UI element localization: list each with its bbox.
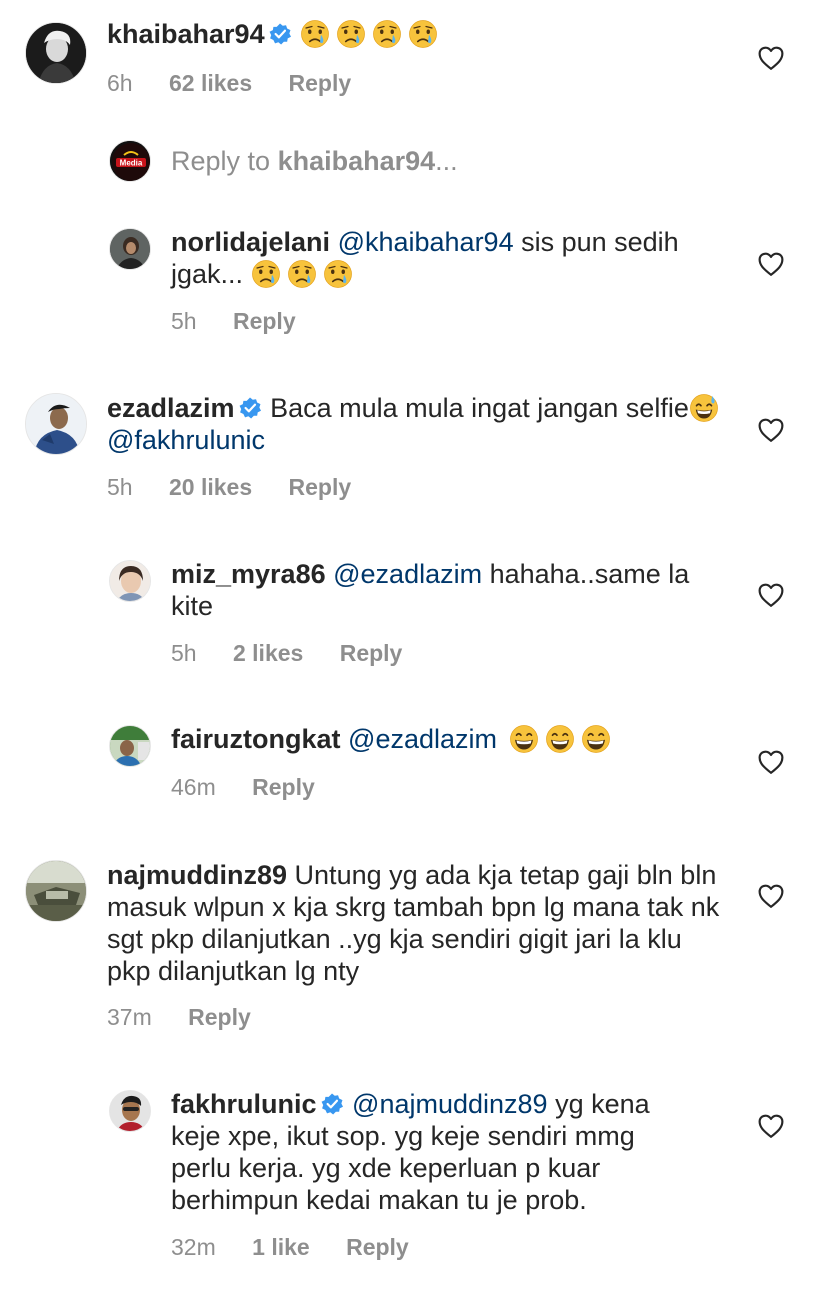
timestamp: 32m: [171, 1234, 216, 1260]
avatar[interactable]: [109, 228, 151, 270]
heart-icon[interactable]: [758, 46, 784, 70]
profile-photo-icon: [110, 726, 150, 766]
crying-face-icon: [323, 259, 353, 289]
reply-prompt-prefix: Reply to: [171, 146, 278, 176]
timestamp: 6h: [107, 70, 133, 96]
comment-najmuddinz89: najmuddinz89 Untung yg ada kja tetap gaj…: [0, 857, 828, 1037]
grinning-face-icon: [509, 724, 539, 754]
timestamp: 5h: [107, 474, 133, 500]
reply-prompt-username: khaibahar94: [277, 146, 436, 176]
comment-meta: 6h 62 likes Reply: [107, 70, 381, 97]
media-logo-icon: Media: [110, 141, 150, 181]
heart-icon[interactable]: [758, 252, 784, 276]
profile-photo-icon: [110, 1091, 150, 1131]
reply-button[interactable]: Reply: [340, 640, 403, 666]
heart-icon[interactable]: [758, 418, 784, 442]
username[interactable]: miz_myra86: [171, 559, 326, 589]
profile-photo-icon: [110, 561, 150, 601]
comment-ezadlazim: ezadlazim Baca mula mula ingat jangan se…: [0, 390, 828, 510]
timestamp: 5h: [171, 308, 197, 334]
mention-link[interactable]: @khaibahar94: [338, 227, 514, 257]
username[interactable]: najmuddinz89: [107, 860, 287, 890]
username[interactable]: khaibahar94: [107, 19, 265, 49]
reply-button[interactable]: Reply: [346, 1234, 409, 1260]
comment-meta: 5h 20 likes Reply: [107, 474, 381, 501]
likes-count[interactable]: 62 likes: [169, 70, 252, 96]
reply-button[interactable]: Reply: [289, 474, 352, 500]
profile-photo-icon: [110, 229, 150, 269]
timestamp: 37m: [107, 1004, 152, 1030]
reply-fakhrulunic: fakhrulunic @najmuddinz89 yg kena keje x…: [0, 1087, 828, 1277]
likes-count[interactable]: 1 like: [252, 1234, 310, 1260]
avatar[interactable]: [25, 860, 87, 922]
reply-fairuztongkat: fairuztongkat @ezadlazim 46m Reply: [0, 722, 828, 812]
heart-icon[interactable]: [758, 1114, 784, 1138]
crying-face-icon: [408, 19, 438, 49]
reply-button[interactable]: Reply: [289, 70, 352, 96]
reply-prompt-suffix: ...: [435, 146, 458, 176]
avatar[interactable]: [109, 1090, 151, 1132]
reply-input[interactable]: Reply to khaibahar94...: [171, 146, 458, 177]
crying-face-icon: [251, 259, 281, 289]
profile-photo-icon: [26, 861, 86, 921]
avatar[interactable]: [109, 725, 151, 767]
username[interactable]: fakhrulunic: [171, 1089, 317, 1119]
heart-icon[interactable]: [758, 583, 784, 607]
crying-face-icon: [287, 259, 317, 289]
reply-norlidajelani: norlidajelani @khaibahar94 sis pun sedih…: [0, 225, 828, 345]
avatar[interactable]: [109, 560, 151, 602]
heart-icon[interactable]: [758, 884, 784, 908]
reply-button[interactable]: Reply: [252, 774, 315, 800]
username[interactable]: ezadlazim: [107, 393, 235, 423]
avatar[interactable]: [25, 22, 87, 84]
mention-link[interactable]: @ezadlazim: [348, 724, 497, 754]
profile-photo-icon: [26, 394, 86, 454]
reply-button[interactable]: Reply: [233, 308, 296, 334]
verified-badge-icon: [321, 1093, 343, 1115]
comment-meta: 5h 2 likes Reply: [171, 640, 432, 667]
likes-count[interactable]: 2 likes: [233, 640, 303, 666]
username[interactable]: fairuztongkat: [171, 724, 341, 754]
mention-link[interactable]: @najmuddinz89: [352, 1089, 548, 1119]
crying-face-icon: [336, 19, 366, 49]
own-avatar: Media: [109, 140, 151, 182]
comment-khaibahar94: khaibahar94 6h 62 likes Reply: [0, 0, 828, 100]
heart-icon[interactable]: [758, 750, 784, 774]
comment-text: Baca mula mula ingat jangan selfie: [270, 393, 689, 423]
mention-link[interactable]: @ezadlazim: [333, 559, 482, 589]
verified-badge-icon: [239, 397, 261, 419]
likes-count[interactable]: 20 likes: [169, 474, 252, 500]
timestamp: 5h: [171, 640, 197, 666]
verified-badge-icon: [269, 23, 291, 45]
profile-photo-icon: [26, 23, 86, 83]
crying-face-icon: [300, 19, 330, 49]
svg-text:Media: Media: [120, 159, 143, 168]
timestamp: 46m: [171, 774, 216, 800]
grinning-face-icon: [545, 724, 575, 754]
reply-miz-myra86: miz_myra86 @ezadlazim hahaha..same la ki…: [0, 557, 828, 677]
sweat-smile-face-icon: [689, 393, 719, 423]
grinning-face-icon: [581, 724, 611, 754]
comment-meta: 46m Reply: [171, 774, 345, 801]
avatar[interactable]: [25, 393, 87, 455]
reply-prompt-row: Media Reply to khaibahar94...: [0, 138, 828, 188]
crying-face-icon: [372, 19, 402, 49]
username[interactable]: norlidajelani: [171, 227, 330, 257]
comment-meta: 37m Reply: [107, 1004, 281, 1031]
comment-meta: 32m 1 like Reply: [171, 1234, 439, 1261]
mention-link[interactable]: @fakhrulunic: [107, 425, 265, 455]
comment-meta: 5h Reply: [171, 308, 326, 335]
reply-button[interactable]: Reply: [188, 1004, 251, 1030]
